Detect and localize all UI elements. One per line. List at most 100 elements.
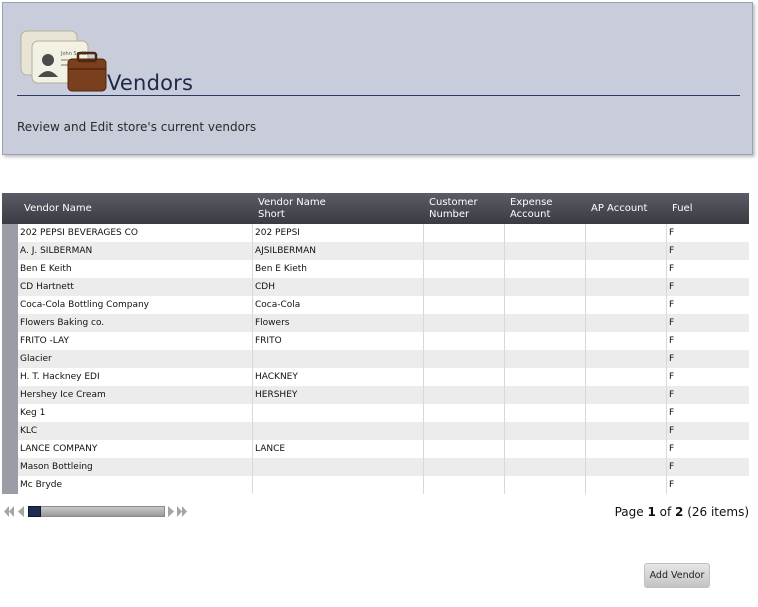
cell-ap-account[interactable]	[586, 458, 667, 476]
cell-vendor-name-short[interactable]: Flowers	[253, 314, 424, 332]
row-selector[interactable]	[2, 296, 18, 314]
cell-customer-number[interactable]	[424, 458, 505, 476]
cell-fuel[interactable]: F	[667, 368, 749, 386]
cell-fuel[interactable]: F	[667, 314, 749, 332]
cell-customer-number[interactable]	[424, 224, 505, 242]
cell-vendor-name-short[interactable]: HERSHEY	[253, 386, 424, 404]
row-selector[interactable]	[2, 314, 18, 332]
cell-vendor-name-short[interactable]: Ben E Kieth	[253, 260, 424, 278]
cell-vendor-name[interactable]: 202 PEPSI BEVERAGES CO	[18, 224, 253, 242]
table-row[interactable]: Keg 1 F	[2, 404, 749, 422]
cell-expense-account[interactable]	[505, 332, 586, 350]
cell-fuel[interactable]: F	[667, 476, 749, 494]
column-header-expense-account[interactable]: Expense Account	[510, 193, 585, 224]
cell-fuel[interactable]: F	[667, 404, 749, 422]
cell-vendor-name-short[interactable]: Coca-Cola	[253, 296, 424, 314]
cell-vendor-name[interactable]: H. T. Hackney EDI	[18, 368, 253, 386]
column-header-customer-number[interactable]: Customer Number	[429, 193, 504, 224]
table-row[interactable]: KLC F	[2, 422, 749, 440]
cell-expense-account[interactable]	[505, 476, 586, 494]
cell-customer-number[interactable]	[424, 242, 505, 260]
cell-customer-number[interactable]	[424, 278, 505, 296]
cell-vendor-name-short[interactable]: FRITO	[253, 332, 424, 350]
table-row[interactable]: 202 PEPSI BEVERAGES CO 202 PEPSI F	[2, 224, 749, 242]
cell-vendor-name[interactable]: Coca-Cola Bottling Company	[18, 296, 253, 314]
column-header-vendor-name[interactable]: Vendor Name	[24, 193, 254, 224]
row-selector[interactable]	[2, 368, 18, 386]
cell-fuel[interactable]: F	[667, 224, 749, 242]
column-header-ap-account[interactable]: AP Account	[591, 193, 666, 224]
table-row[interactable]: Glacier F	[2, 350, 749, 368]
cell-fuel[interactable]: F	[667, 422, 749, 440]
table-row[interactable]: Flowers Baking co. Flowers F	[2, 314, 749, 332]
cell-vendor-name[interactable]: Hershey Ice Cream	[18, 386, 253, 404]
table-row[interactable]: A. J. SILBERMAN AJSILBERMAN F	[2, 242, 749, 260]
row-selector[interactable]	[2, 224, 18, 242]
table-row[interactable]: CD Hartnett CDH F	[2, 278, 749, 296]
cell-fuel[interactable]: F	[667, 332, 749, 350]
table-row[interactable]: FRITO -LAY FRITO F	[2, 332, 749, 350]
cell-ap-account[interactable]	[586, 296, 667, 314]
cell-customer-number[interactable]	[424, 350, 505, 368]
cell-vendor-name-short[interactable]	[253, 404, 424, 422]
cell-vendor-name-short[interactable]: 202 PEPSI	[253, 224, 424, 242]
cell-ap-account[interactable]	[586, 260, 667, 278]
cell-expense-account[interactable]	[505, 386, 586, 404]
table-row[interactable]: Mason Bottleing F	[2, 458, 749, 476]
cell-vendor-name[interactable]: FRITO -LAY	[18, 332, 253, 350]
cell-fuel[interactable]: F	[667, 260, 749, 278]
cell-customer-number[interactable]	[424, 314, 505, 332]
cell-vendor-name-short[interactable]	[253, 350, 424, 368]
cell-vendor-name-short[interactable]	[253, 458, 424, 476]
cell-ap-account[interactable]	[586, 476, 667, 494]
row-selector[interactable]	[2, 350, 18, 368]
cell-customer-number[interactable]	[424, 368, 505, 386]
cell-fuel[interactable]: F	[667, 458, 749, 476]
cell-vendor-name[interactable]: CD Hartnett	[18, 278, 253, 296]
column-header-fuel[interactable]: Fuel	[672, 193, 742, 224]
cell-ap-account[interactable]	[586, 314, 667, 332]
row-selector[interactable]	[2, 404, 18, 422]
table-row[interactable]: Hershey Ice Cream HERSHEY F	[2, 386, 749, 404]
add-vendor-button[interactable]: Add Vendor	[644, 563, 710, 588]
row-selector[interactable]	[2, 422, 18, 440]
cell-ap-account[interactable]	[586, 440, 667, 458]
table-row[interactable]: LANCE COMPANY LANCE F	[2, 440, 749, 458]
row-selector[interactable]	[2, 440, 18, 458]
cell-vendor-name-short[interactable]: CDH	[253, 278, 424, 296]
cell-ap-account[interactable]	[586, 422, 667, 440]
cell-vendor-name[interactable]: LANCE COMPANY	[18, 440, 253, 458]
cell-ap-account[interactable]	[586, 224, 667, 242]
cell-expense-account[interactable]	[505, 458, 586, 476]
cell-vendor-name[interactable]: Mc Bryde	[18, 476, 253, 494]
cell-customer-number[interactable]	[424, 422, 505, 440]
cell-ap-account[interactable]	[586, 386, 667, 404]
cell-fuel[interactable]: F	[667, 440, 749, 458]
cell-expense-account[interactable]	[505, 224, 586, 242]
row-selector[interactable]	[2, 278, 18, 296]
cell-expense-account[interactable]	[505, 314, 586, 332]
cell-customer-number[interactable]	[424, 440, 505, 458]
last-page-icon[interactable]	[177, 506, 187, 517]
cell-vendor-name[interactable]: Keg 1	[18, 404, 253, 422]
cell-fuel[interactable]: F	[667, 350, 749, 368]
cell-vendor-name-short[interactable]	[253, 476, 424, 494]
cell-fuel[interactable]: F	[667, 386, 749, 404]
row-selector[interactable]	[2, 458, 18, 476]
cell-vendor-name[interactable]: A. J. SILBERMAN	[18, 242, 253, 260]
cell-vendor-name-short[interactable]: AJSILBERMAN	[253, 242, 424, 260]
cell-customer-number[interactable]	[424, 386, 505, 404]
cell-vendor-name[interactable]: Mason Bottleing	[18, 458, 253, 476]
column-header-vendor-name-short[interactable]: Vendor Name Short	[258, 193, 418, 224]
cell-customer-number[interactable]	[424, 260, 505, 278]
cell-ap-account[interactable]	[586, 242, 667, 260]
cell-expense-account[interactable]	[505, 278, 586, 296]
row-selector[interactable]	[2, 386, 18, 404]
cell-vendor-name[interactable]: Ben E Keith	[18, 260, 253, 278]
cell-expense-account[interactable]	[505, 242, 586, 260]
cell-vendor-name-short[interactable]: HACKNEY	[253, 368, 424, 386]
cell-ap-account[interactable]	[586, 350, 667, 368]
cell-vendor-name-short[interactable]	[253, 422, 424, 440]
cell-expense-account[interactable]	[505, 296, 586, 314]
cell-vendor-name-short[interactable]: LANCE	[253, 440, 424, 458]
